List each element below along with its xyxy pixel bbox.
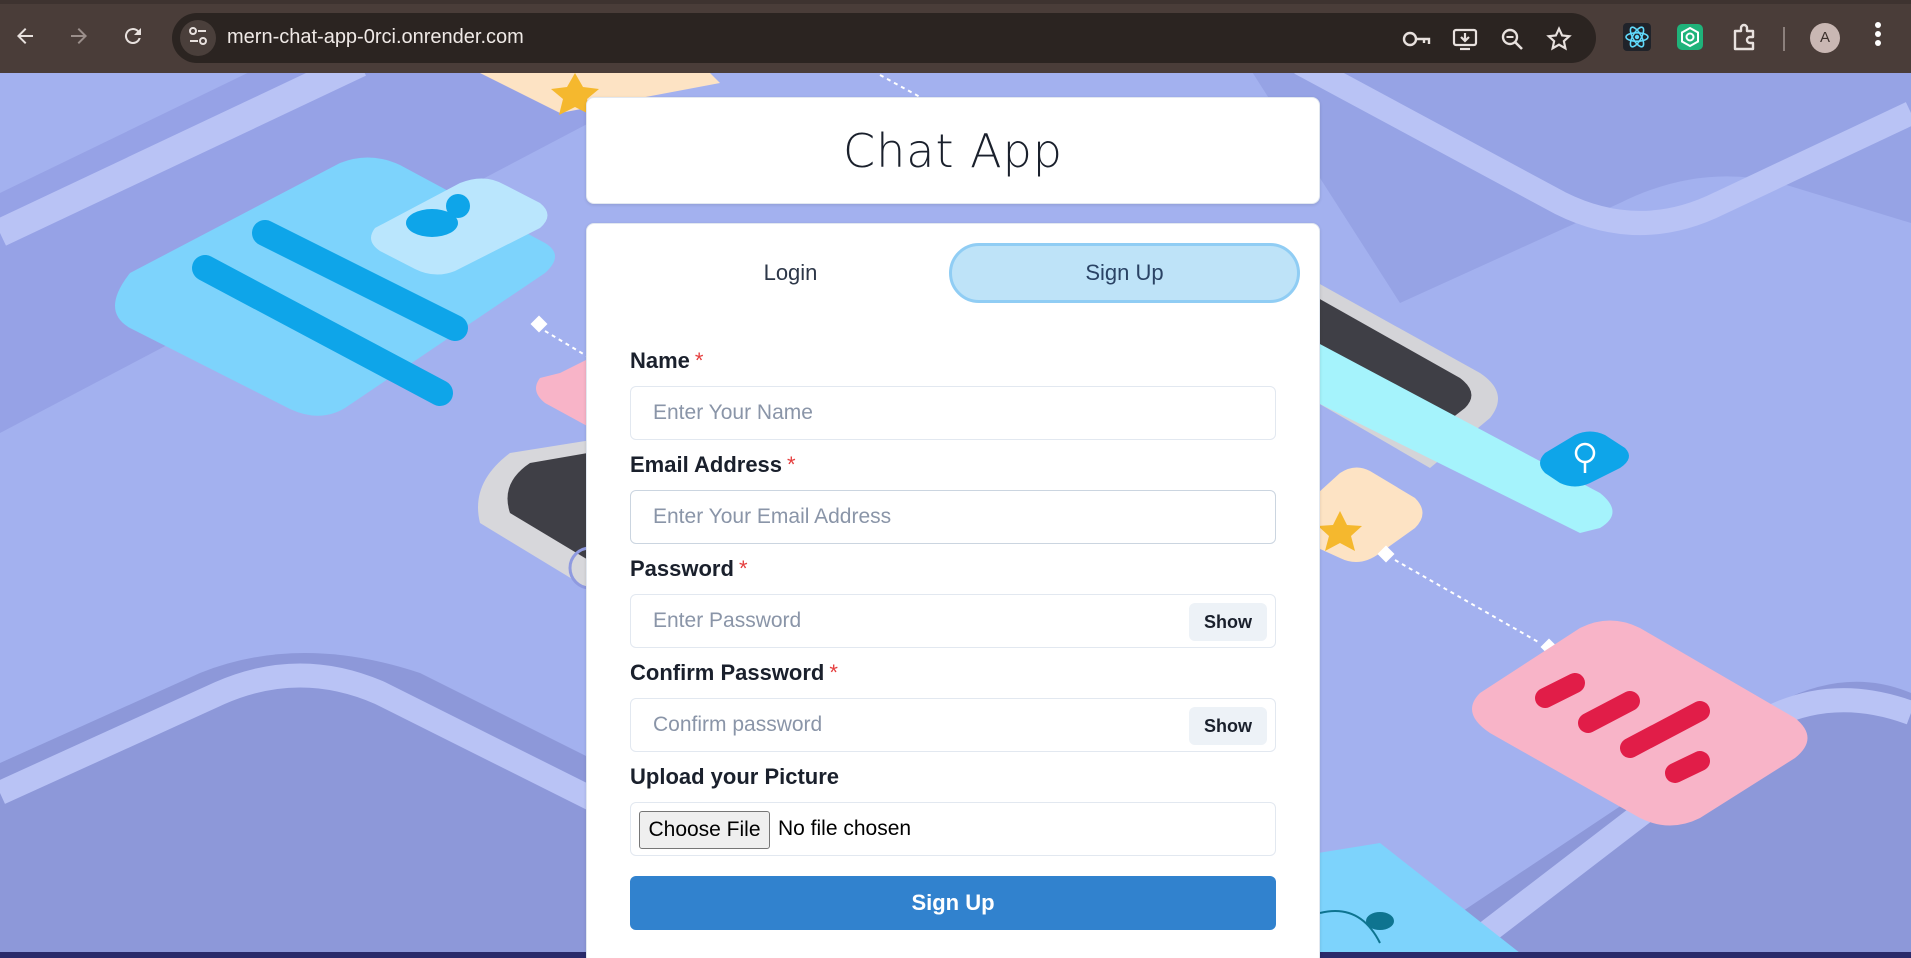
name-input[interactable]	[631, 387, 1275, 439]
reload-button[interactable]	[114, 19, 152, 57]
required-asterisk: *	[694, 348, 704, 373]
address-bar[interactable]: mern-chat-app-0rci.onrender.com	[172, 13, 1596, 63]
required-asterisk: *	[787, 452, 796, 477]
required-asterisk: *	[738, 556, 748, 581]
choose-file-button[interactable]: Choose File	[639, 811, 770, 849]
tune-settings-icon	[187, 25, 209, 52]
arrow-left-icon	[13, 24, 37, 52]
password-field: Show	[630, 594, 1276, 648]
confirm-password-label: Confirm Password *	[630, 660, 838, 686]
password-show-button[interactable]: Show	[1189, 603, 1267, 641]
app-title: Chat App	[843, 123, 1063, 178]
sign-up-submit-button[interactable]: Sign Up	[630, 876, 1276, 930]
email-input[interactable]	[631, 491, 1275, 543]
picture-file-field: Choose File No file chosen	[630, 802, 1276, 856]
arrow-right-icon	[67, 24, 91, 52]
zoom-icon[interactable]	[1495, 22, 1529, 56]
profile-avatar[interactable]: A	[1810, 23, 1840, 53]
forward-button[interactable]	[60, 19, 98, 57]
auth-form-card: Login Sign Up Name* Email Address* Passw…	[586, 223, 1320, 958]
name-label-text: Name	[630, 348, 690, 373]
confirm-password-input[interactable]	[631, 699, 1275, 751]
confirm-password-field: Show	[630, 698, 1276, 752]
tab-signup[interactable]: Sign Up	[949, 243, 1300, 303]
page: mern-chat-app-0rci.onrender.com A Chat A…	[0, 0, 1911, 958]
password-label: Password *	[630, 556, 748, 582]
bookmark-star-icon[interactable]	[1542, 22, 1576, 56]
install-app-icon[interactable]	[1448, 22, 1482, 56]
email-label-text: Email Address	[630, 452, 783, 477]
email-label: Email Address *	[630, 452, 796, 478]
browser-toolbar: mern-chat-app-0rci.onrender.com A	[0, 0, 1911, 74]
tab-strip	[0, 0, 1911, 4]
confirm-password-show-button[interactable]: Show	[1189, 707, 1267, 745]
name-field	[630, 386, 1276, 440]
password-input[interactable]	[631, 595, 1275, 647]
reload-icon	[121, 24, 145, 52]
password-label-text: Password	[630, 556, 734, 581]
required-asterisk: *	[829, 660, 838, 685]
confirm-password-label-text: Confirm Password	[630, 660, 825, 685]
back-button[interactable]	[6, 19, 44, 57]
picture-label: Upload your Picture	[630, 764, 840, 789]
tab-login[interactable]: Login	[615, 243, 966, 303]
file-status-text: No file chosen	[778, 817, 912, 840]
email-field	[630, 490, 1276, 544]
extensions-puzzle-icon[interactable]	[1726, 19, 1762, 55]
toolbar-separator	[1783, 27, 1785, 51]
url-text[interactable]: mern-chat-app-0rci.onrender.com	[227, 26, 524, 49]
more-menu-icon[interactable]	[1866, 20, 1890, 56]
name-label: Name *	[630, 348, 703, 374]
password-key-icon[interactable]	[1400, 22, 1434, 56]
react-devtools-icon[interactable]	[1619, 19, 1655, 55]
app-header-card: Chat App	[586, 97, 1320, 204]
green-extension-icon[interactable]	[1672, 19, 1708, 55]
site-info-button[interactable]	[180, 20, 216, 56]
